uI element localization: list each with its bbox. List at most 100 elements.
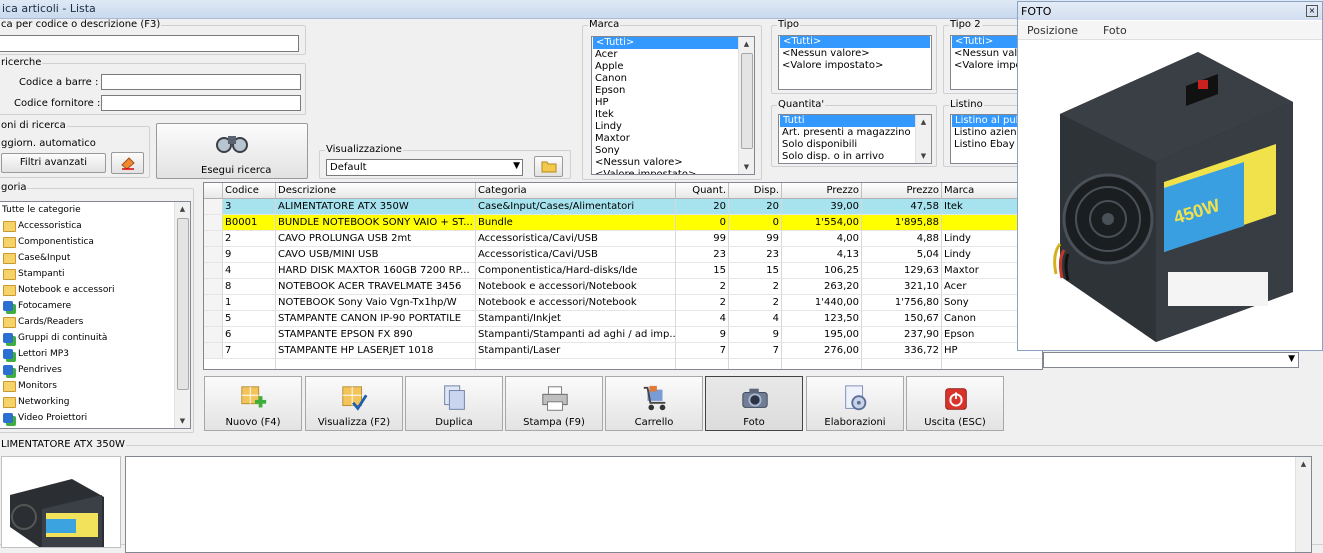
row-selector[interactable]: [204, 295, 223, 311]
brand-list-item[interactable]: Epson: [592, 85, 754, 97]
category-tree-item[interactable]: Lettori MP3: [0, 346, 190, 362]
category-tree[interactable]: Tutte le categorie Accessoristica Componen…: [0, 201, 191, 429]
table-row[interactable]: 8 NOTEBOOK ACER TRAVELMATE 3456 Notebook e…: [204, 279, 1042, 295]
category-tree-item[interactable]: Fotocamere: [0, 298, 190, 314]
quantity-list-item[interactable]: Solo disponibili: [779, 139, 931, 151]
category-tree-item[interactable]: Gruppi di continuità: [0, 330, 190, 346]
category-tree-item[interactable]: Networking: [0, 394, 190, 410]
brand-list-item[interactable]: Maxtor: [592, 133, 754, 145]
category-tree-item[interactable]: Accessoristica: [0, 218, 190, 234]
brand-scrollbar[interactable]: ▲ ▼: [738, 37, 754, 174]
brand-list-item[interactable]: <Valore impostato>: [592, 169, 754, 174]
type-list[interactable]: <Tutti> <Nessun valore> <Valore impostato>: [778, 35, 932, 90]
row-selector[interactable]: [204, 247, 223, 263]
type2-list-item[interactable]: <Valore impost: [951, 60, 1027, 72]
column-header-descrizione[interactable]: Descrizione: [276, 183, 476, 199]
foto-menu-foto[interactable]: Foto: [1103, 24, 1127, 37]
category-tree-item[interactable]: Monitors: [0, 378, 190, 394]
brand-list-item[interactable]: Lindy: [592, 121, 754, 133]
folder-icon: [3, 381, 16, 392]
quantity-list-item[interactable]: Tutti: [780, 115, 930, 127]
column-header-quant[interactable]: Quant.: [676, 183, 729, 199]
brand-list-item[interactable]: Apple: [592, 61, 754, 73]
row-selector[interactable]: [204, 231, 223, 247]
category-tree-item[interactable]: Componentistica: [0, 234, 190, 250]
category-tree-item[interactable]: Pendrives: [0, 362, 190, 378]
brand-list-item[interactable]: Canon: [592, 73, 754, 85]
pricelist-list-item[interactable]: Listino al pubb: [952, 115, 1027, 127]
category-tree-item[interactable]: Tutte le categorie: [0, 202, 190, 218]
column-header-disp[interactable]: Disp.: [729, 183, 782, 199]
toolbar-exit-button[interactable]: Uscita (ESC): [906, 376, 1004, 431]
type-list-item[interactable]: <Valore impostato>: [779, 60, 931, 72]
auto-update-label[interactable]: ggiorn. automatico: [1, 138, 96, 149]
table-row[interactable]: B0001 BUNDLE NOTEBOOK SONY VAIO + ST... Bu…: [204, 215, 1042, 231]
table-row[interactable]: 3 ALIMENTATORE ATX 350W Case&Input/Cases/A…: [204, 199, 1042, 215]
toolbar-view-button[interactable]: Visualizza (F2): [305, 376, 403, 431]
grid-dropdown[interactable]: ▼: [1043, 352, 1299, 368]
row-selector[interactable]: [204, 215, 223, 231]
table-row[interactable]: 2 CAVO PROLUNGA USB 2mt Accessoristica/Cav…: [204, 231, 1042, 247]
table-row[interactable]: 9 CAVO USB/MINI USB Accessoristica/Cavi/US…: [204, 247, 1042, 263]
row-selector[interactable]: [204, 263, 223, 279]
table-row[interactable]: 4 HARD DISK MAXTOR 160GB 7200 RP... Compon…: [204, 263, 1042, 279]
table-row[interactable]: 1 NOTEBOOK Sony Vaio Vgn-Tx1hp/W Notebook …: [204, 295, 1042, 311]
toolbar-processing-button[interactable]: Elaborazioni: [806, 376, 904, 431]
brand-list-item[interactable]: HP: [592, 97, 754, 109]
view-select[interactable]: Default ▼: [326, 159, 523, 176]
search-input[interactable]: [0, 35, 299, 52]
brand-list-item[interactable]: <Tutti>: [593, 37, 753, 49]
row-selector[interactable]: [204, 327, 223, 343]
pricelist-list-item[interactable]: Listino Ebay: [951, 139, 1027, 151]
toolbar-cart-button[interactable]: Carrello: [605, 376, 703, 431]
quantity-list[interactable]: Tutti Art. presenti a magazzino Solo dispo…: [778, 114, 932, 164]
brand-list-item[interactable]: Itek: [592, 109, 754, 121]
foto-menu-posizione[interactable]: Posizione: [1027, 24, 1078, 37]
run-search-button[interactable]: Esegui ricerca: [156, 123, 308, 179]
barcode-input[interactable]: [101, 74, 301, 90]
quantity-list-item[interactable]: Solo disp. o in arrivo: [779, 151, 931, 163]
detail-scrollbar[interactable]: ▲: [1295, 457, 1311, 552]
brand-list-item[interactable]: Sony: [592, 145, 754, 157]
cell-disp: 2: [729, 279, 782, 295]
quantity-list-item[interactable]: Art. presenti a magazzino: [779, 127, 931, 139]
table-row[interactable]: 5 STAMPANTE CANON IP-90 PORTATILE Stampant…: [204, 311, 1042, 327]
brand-list-item[interactable]: Acer: [592, 49, 754, 61]
advanced-filters-button[interactable]: Filtri avanzati: [1, 153, 106, 173]
category-tree-item[interactable]: Case&Input: [0, 250, 190, 266]
supplier-code-input[interactable]: [101, 95, 301, 111]
row-selector[interactable]: [204, 343, 223, 359]
category-tree-item[interactable]: Video Proiettori: [0, 410, 190, 426]
column-header-prezzo-ivato[interactable]: Prezzo: [862, 183, 942, 199]
category-tree-item[interactable]: Cards/Readers: [0, 314, 190, 330]
category-tree-item[interactable]: Notebook e accessori: [0, 282, 190, 298]
row-selector[interactable]: [204, 199, 223, 215]
toolbar-new-button[interactable]: Nuovo (F4): [204, 376, 302, 431]
table-row[interactable]: 6 STAMPANTE EPSON FX 890 Stampanti/Stampan…: [204, 327, 1042, 343]
column-header-codice[interactable]: Codice: [223, 183, 276, 199]
detail-notes[interactable]: ▲: [125, 456, 1312, 553]
column-header-prezzo[interactable]: Prezzo: [782, 183, 862, 199]
close-icon[interactable]: ×: [1306, 5, 1318, 17]
type2-list-item[interactable]: <Tutti>: [952, 36, 1026, 48]
clear-filters-button[interactable]: [111, 152, 144, 174]
pricelist-list-item[interactable]: Listino aziende: [951, 127, 1027, 139]
category-scrollbar[interactable]: ▲ ▼: [174, 202, 190, 428]
open-view-button[interactable]: [534, 156, 563, 177]
brand-list-item[interactable]: <Nessun valore>: [592, 157, 754, 169]
ricerche-group: ricerche Codice a barre : Codice fornito…: [0, 57, 306, 115]
toolbar-printer-button[interactable]: Stampa (F9): [505, 376, 603, 431]
category-tree-item[interactable]: Stampanti: [0, 266, 190, 282]
type-list-item[interactable]: <Tutti>: [780, 36, 930, 48]
row-selector[interactable]: [204, 279, 223, 295]
type2-list-item[interactable]: <Nessun valor: [951, 48, 1027, 60]
articles-table[interactable]: Codice Descrizione Categoria Quant. Disp…: [203, 182, 1043, 370]
type-list-item[interactable]: <Nessun valore>: [779, 48, 931, 60]
brand-list[interactable]: <Tutti> Acer Apple Canon Epson HP Itek Lindy Max…: [591, 36, 755, 175]
column-header-categoria[interactable]: Categoria: [476, 183, 676, 199]
table-row[interactable]: 7 STAMPANTE HP LASERJET 1018 Stampanti/Las…: [204, 343, 1042, 359]
quantity-scrollbar[interactable]: ▲ ▼: [915, 115, 931, 163]
row-selector[interactable]: [204, 311, 223, 327]
toolbar-camera-button[interactable]: Foto: [705, 376, 803, 431]
toolbar-duplicate-button[interactable]: Duplica: [405, 376, 503, 431]
